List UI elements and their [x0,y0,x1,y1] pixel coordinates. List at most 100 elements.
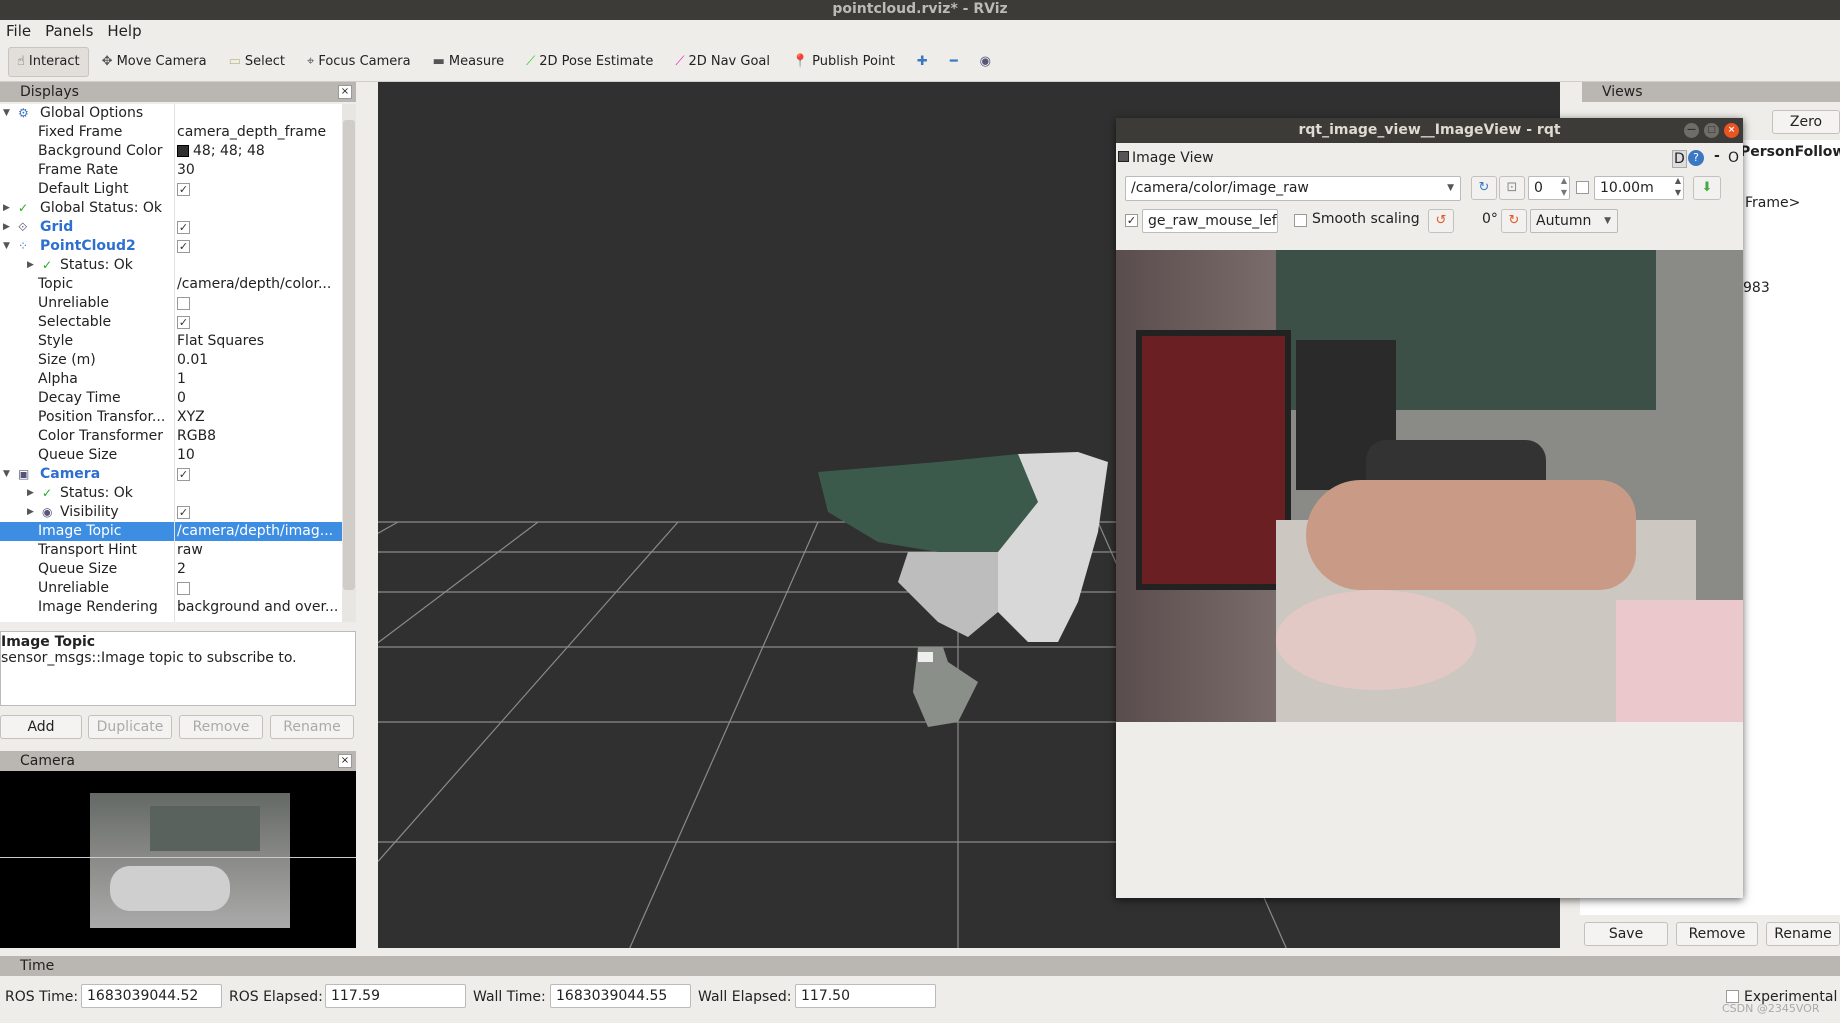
menu-help[interactable]: Help [107,20,141,42]
tree-row[interactable]: ▼ ⚙ Global Options [0,104,342,123]
expand-right-icon[interactable]: ▶ [27,484,34,503]
duplicate-button[interactable]: Duplicate [88,715,172,739]
rename-button[interactable]: Rename [270,715,354,739]
tree-row[interactable]: Position Transfor... XYZ [0,408,342,427]
menu-panels[interactable]: Panels [45,20,93,42]
checkbox[interactable]: ✓ [177,505,190,519]
zero-button[interactable]: Zero [1772,110,1840,134]
dock-button[interactable]: D [1672,150,1687,168]
expand-down-icon[interactable]: ▼ [3,237,10,256]
row-value[interactable]: 0 [177,389,342,408]
remove-button[interactable]: Remove [179,715,263,739]
wall-elapsed-field[interactable]: 117.50 [795,984,936,1008]
expand-right-icon[interactable]: ▶ [3,218,10,237]
checkbox[interactable] [177,296,190,310]
remove-tool-icon[interactable]: ━ [941,47,967,77]
tree-row[interactable]: ▶ ◉ Visibility ✓ [0,503,342,522]
topic-select[interactable]: /camera/color/image_raw ▼ [1125,176,1461,201]
save-view-button[interactable]: Save [1584,922,1668,946]
camera-image[interactable] [1116,250,1743,722]
dynamic-range-checkbox[interactable] [1576,181,1589,194]
maximize-icon[interactable]: □ [1704,123,1719,138]
ros-elapsed-field[interactable]: 117.59 [325,984,466,1008]
ros-time-field[interactable]: 1683039044.52 [81,984,222,1008]
row-value[interactable]: Flat Squares [177,332,342,351]
colormap-select[interactable]: Autumn ▼ [1530,209,1618,233]
row-value[interactable]: XYZ [177,408,342,427]
tree-row[interactable]: Color Transformer RGB8 [0,427,342,446]
wall-time-field[interactable]: 1683039044.55 [550,984,691,1008]
remove-view-button[interactable]: Remove [1676,922,1758,946]
tree-row[interactable]: ▶ ✓ Status: Ok [0,484,342,503]
checkbox[interactable]: ✓ [177,239,190,253]
rename-view-button[interactable]: Rename [1766,922,1840,946]
expand-down-icon[interactable]: ▼ [3,104,10,123]
max-range-input[interactable]: 10.00m ▲ ▼ [1594,176,1684,200]
mouse-publish-checkbox[interactable]: ✓ [1125,214,1138,227]
tree-row[interactable]: Size (m) 0.01 [0,351,342,370]
tool-2d-nav-goal[interactable]: ⟋ 2D Nav Goal [666,47,779,77]
checkbox[interactable]: ✓ [177,315,190,329]
row-value[interactable]: 48; 48; 48 [177,142,342,161]
tree-row[interactable]: Default Light ✓ [0,180,342,199]
help-icon[interactable]: ? [1688,150,1704,166]
expand-right-icon[interactable]: ▶ [27,256,34,275]
tool-2d-pose-estimate[interactable]: ⟋ 2D Pose Estimate [517,47,662,77]
tree-row[interactable]: Style Flat Squares [0,332,342,351]
tree-row[interactable]: Selectable ✓ [0,313,342,332]
expand-down-icon[interactable]: ▼ [3,465,10,484]
tree-row[interactable]: Decay Time 0 [0,389,342,408]
tree-row[interactable]: Image Rendering background and over... [0,598,342,617]
expand-right-icon[interactable]: ▶ [3,199,10,218]
row-value[interactable]: 10 [177,446,342,465]
tree-row[interactable]: Unreliable [0,294,342,313]
checkbox[interactable]: ✓ [177,220,190,234]
tree-row[interactable]: Unreliable [0,579,342,598]
camera-type-icon[interactable]: ◉ [971,47,1000,77]
add-button[interactable]: Add [0,715,82,739]
tree-row[interactable]: ▼ ⁘ PointCloud2 ✓ [0,237,342,256]
rotate-right-icon[interactable]: ↻ [1501,209,1527,233]
row-value[interactable]: 2 [177,560,342,579]
tree-row[interactable]: ▼ ▣ Camera ✓ [0,465,342,484]
tree-row[interactable]: ▶ ✓ Status: Ok [0,256,342,275]
tree-scrollbar[interactable] [342,104,356,622]
close-icon[interactable]: × [338,754,352,768]
checkbox[interactable]: ✓ [177,467,190,481]
row-value[interactable]: /camera/depth/color... [177,275,342,294]
tree-row[interactable]: Topic/camera/depth/color... [0,275,342,294]
close-icon[interactable]: × [1724,123,1739,138]
add-tool-icon[interactable]: ✚ [908,47,937,77]
rotate-left-icon[interactable]: ↺ [1428,209,1454,233]
row-value[interactable]: raw [177,541,342,560]
tree-row[interactable]: Background Color 48; 48; 48 [0,142,342,161]
tree-row[interactable]: Alpha 1 [0,370,342,389]
spin-box[interactable]: 0 ▲ ▼ [1528,176,1570,200]
checkbox[interactable]: ✓ [177,182,190,196]
tool-measure[interactable]: ▬ Measure [424,47,514,77]
row-value[interactable]: RGB8 [177,427,342,446]
tree-row[interactable]: Image Topic/camera/depth/imag... [0,522,342,541]
row-value[interactable]: 0.01 [177,351,342,370]
zoom-1-icon[interactable]: ⊡ [1499,176,1525,200]
tool-move-camera[interactable]: ✥ Move Camera [93,47,216,77]
tree-row[interactable]: ▶ ✓ Global Status: Ok [0,199,342,218]
row-value[interactable]: /camera/depth/imag... [177,522,342,541]
checkbox[interactable] [177,581,190,595]
menu-file[interactable]: File [6,20,31,42]
save-image-icon[interactable]: ⬇ [1693,176,1721,200]
tool-focus-camera[interactable]: ⌖ Focus Camera [298,47,420,77]
row-value[interactable]: background and over... [177,598,342,617]
refresh-icon[interactable]: ↻ [1471,176,1497,200]
tree-row[interactable]: Transport Hint raw [0,541,342,560]
minimize-icon[interactable]: — [1684,123,1699,138]
mouse-topic-input[interactable]: ge_raw_mouse_left [1142,209,1278,233]
expand-right-icon[interactable]: ▶ [27,503,34,522]
tool-interact[interactable]: ☝ Interact [8,46,89,77]
tree-row[interactable]: Fixed Frame camera_depth_frame [0,123,342,142]
minimize-plugin-button[interactable]: - [1714,148,1720,164]
tree-row[interactable]: Queue Size 2 [0,560,342,579]
tree-row[interactable]: Frame Rate 30 [0,161,342,180]
row-value[interactable]: 30 [177,161,342,180]
tree-row[interactable]: Queue Size 10 [0,446,342,465]
